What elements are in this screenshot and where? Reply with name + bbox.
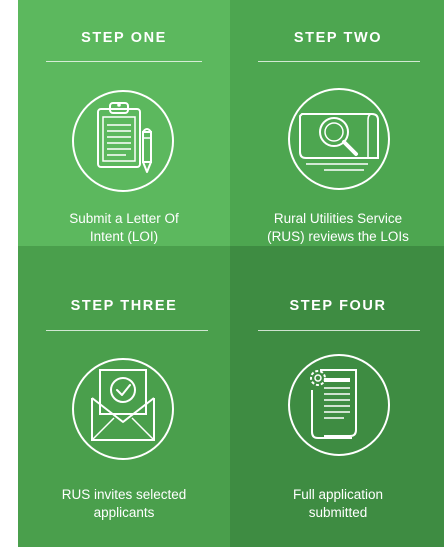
- step-four-title: STEP FOUR: [289, 298, 387, 314]
- step-three-line-2: applicants: [93, 505, 155, 520]
- clipboard-pencil-icon: [72, 90, 174, 192]
- envelope-check-icon: [72, 358, 174, 460]
- step-three-line-1: RUS invites selected: [61, 487, 187, 502]
- step-three-title: STEP THREE: [70, 298, 178, 314]
- step-two-panel: STEP TWO Rural Utilities Service (RUS) r…: [230, 0, 444, 246]
- step-four-line-2: submitted: [308, 505, 368, 520]
- step-three-panel: STEP THREE RUS invites selected applican…: [18, 246, 230, 547]
- step-two-divider: [258, 61, 420, 62]
- step-two-title: STEP TWO: [293, 30, 383, 46]
- step-four-divider: [258, 330, 420, 331]
- step-one-panel: STEP ONE Submit a Letter Of Intent (LOI): [18, 0, 230, 246]
- step-two-line-1: Rural Utilities Service: [273, 211, 403, 226]
- magnifier-scroll-icon: [288, 88, 390, 190]
- step-three-description: RUS invites selected applicants: [18, 486, 230, 522]
- document-gear-icon: [288, 354, 390, 456]
- step-one-divider: [46, 61, 202, 62]
- step-one-line-2: Intent (LOI): [89, 229, 159, 244]
- step-two-line-2: (RUS) reviews the LOIs: [267, 229, 409, 244]
- step-one-description: Submit a Letter Of Intent (LOI): [18, 210, 230, 246]
- step-two-description: Rural Utilities Service (RUS) reviews th…: [230, 210, 444, 246]
- step-four-description: Full application submitted: [230, 486, 444, 522]
- steps-grid: STEP ONE Submit a Letter Of Intent (LOI)…: [18, 0, 444, 547]
- step-four-panel: STEP FOUR Full application submitted: [230, 246, 444, 547]
- step-one-title: STEP ONE: [81, 30, 167, 46]
- step-one-line-1: Submit a Letter Of: [69, 211, 179, 226]
- step-four-line-1: Full application: [292, 487, 384, 502]
- step-three-divider: [46, 330, 208, 331]
